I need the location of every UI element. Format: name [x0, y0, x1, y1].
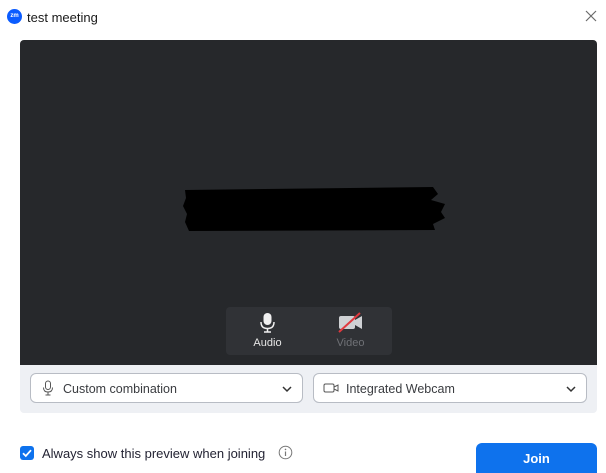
window-title: test meeting — [27, 10, 98, 25]
video-device-select[interactable]: Integrated Webcam — [313, 373, 587, 403]
audio-label: Audio — [253, 337, 282, 349]
video-preview: Audio Video — [20, 40, 597, 365]
microphone-icon — [260, 313, 275, 333]
title-bar: zm test meeting — [0, 0, 606, 34]
media-controls: Audio Video — [226, 307, 392, 355]
always-show-preview-label: Always show this preview when joining — [42, 446, 266, 461]
join-button[interactable]: Join — [476, 443, 597, 473]
audio-device-select[interactable]: Custom combination — [30, 373, 303, 403]
audio-toggle-button[interactable]: Audio — [226, 307, 309, 355]
info-circle-icon — [278, 445, 293, 460]
chevron-down-icon — [566, 386, 576, 393]
device-selection-bar: Custom combination Integrated Webcam — [20, 365, 597, 413]
microphone-icon — [43, 380, 53, 396]
zoom-logo-icon: zm — [7, 9, 22, 24]
video-toggle-button[interactable]: Video — [309, 307, 392, 355]
redacted-name-overlay — [183, 187, 445, 231]
camera-off-icon — [338, 312, 362, 333]
chevron-down-icon — [282, 386, 292, 393]
info-icon[interactable] — [278, 445, 293, 460]
audio-device-value: Custom combination — [63, 382, 177, 396]
close-icon — [585, 10, 597, 22]
video-device-value: Integrated Webcam — [346, 382, 455, 396]
close-button[interactable] — [582, 7, 600, 25]
checkmark-icon — [22, 449, 32, 458]
always-show-preview-checkbox[interactable] — [20, 446, 34, 460]
video-label: Video — [336, 337, 365, 349]
camera-icon — [323, 383, 339, 393]
